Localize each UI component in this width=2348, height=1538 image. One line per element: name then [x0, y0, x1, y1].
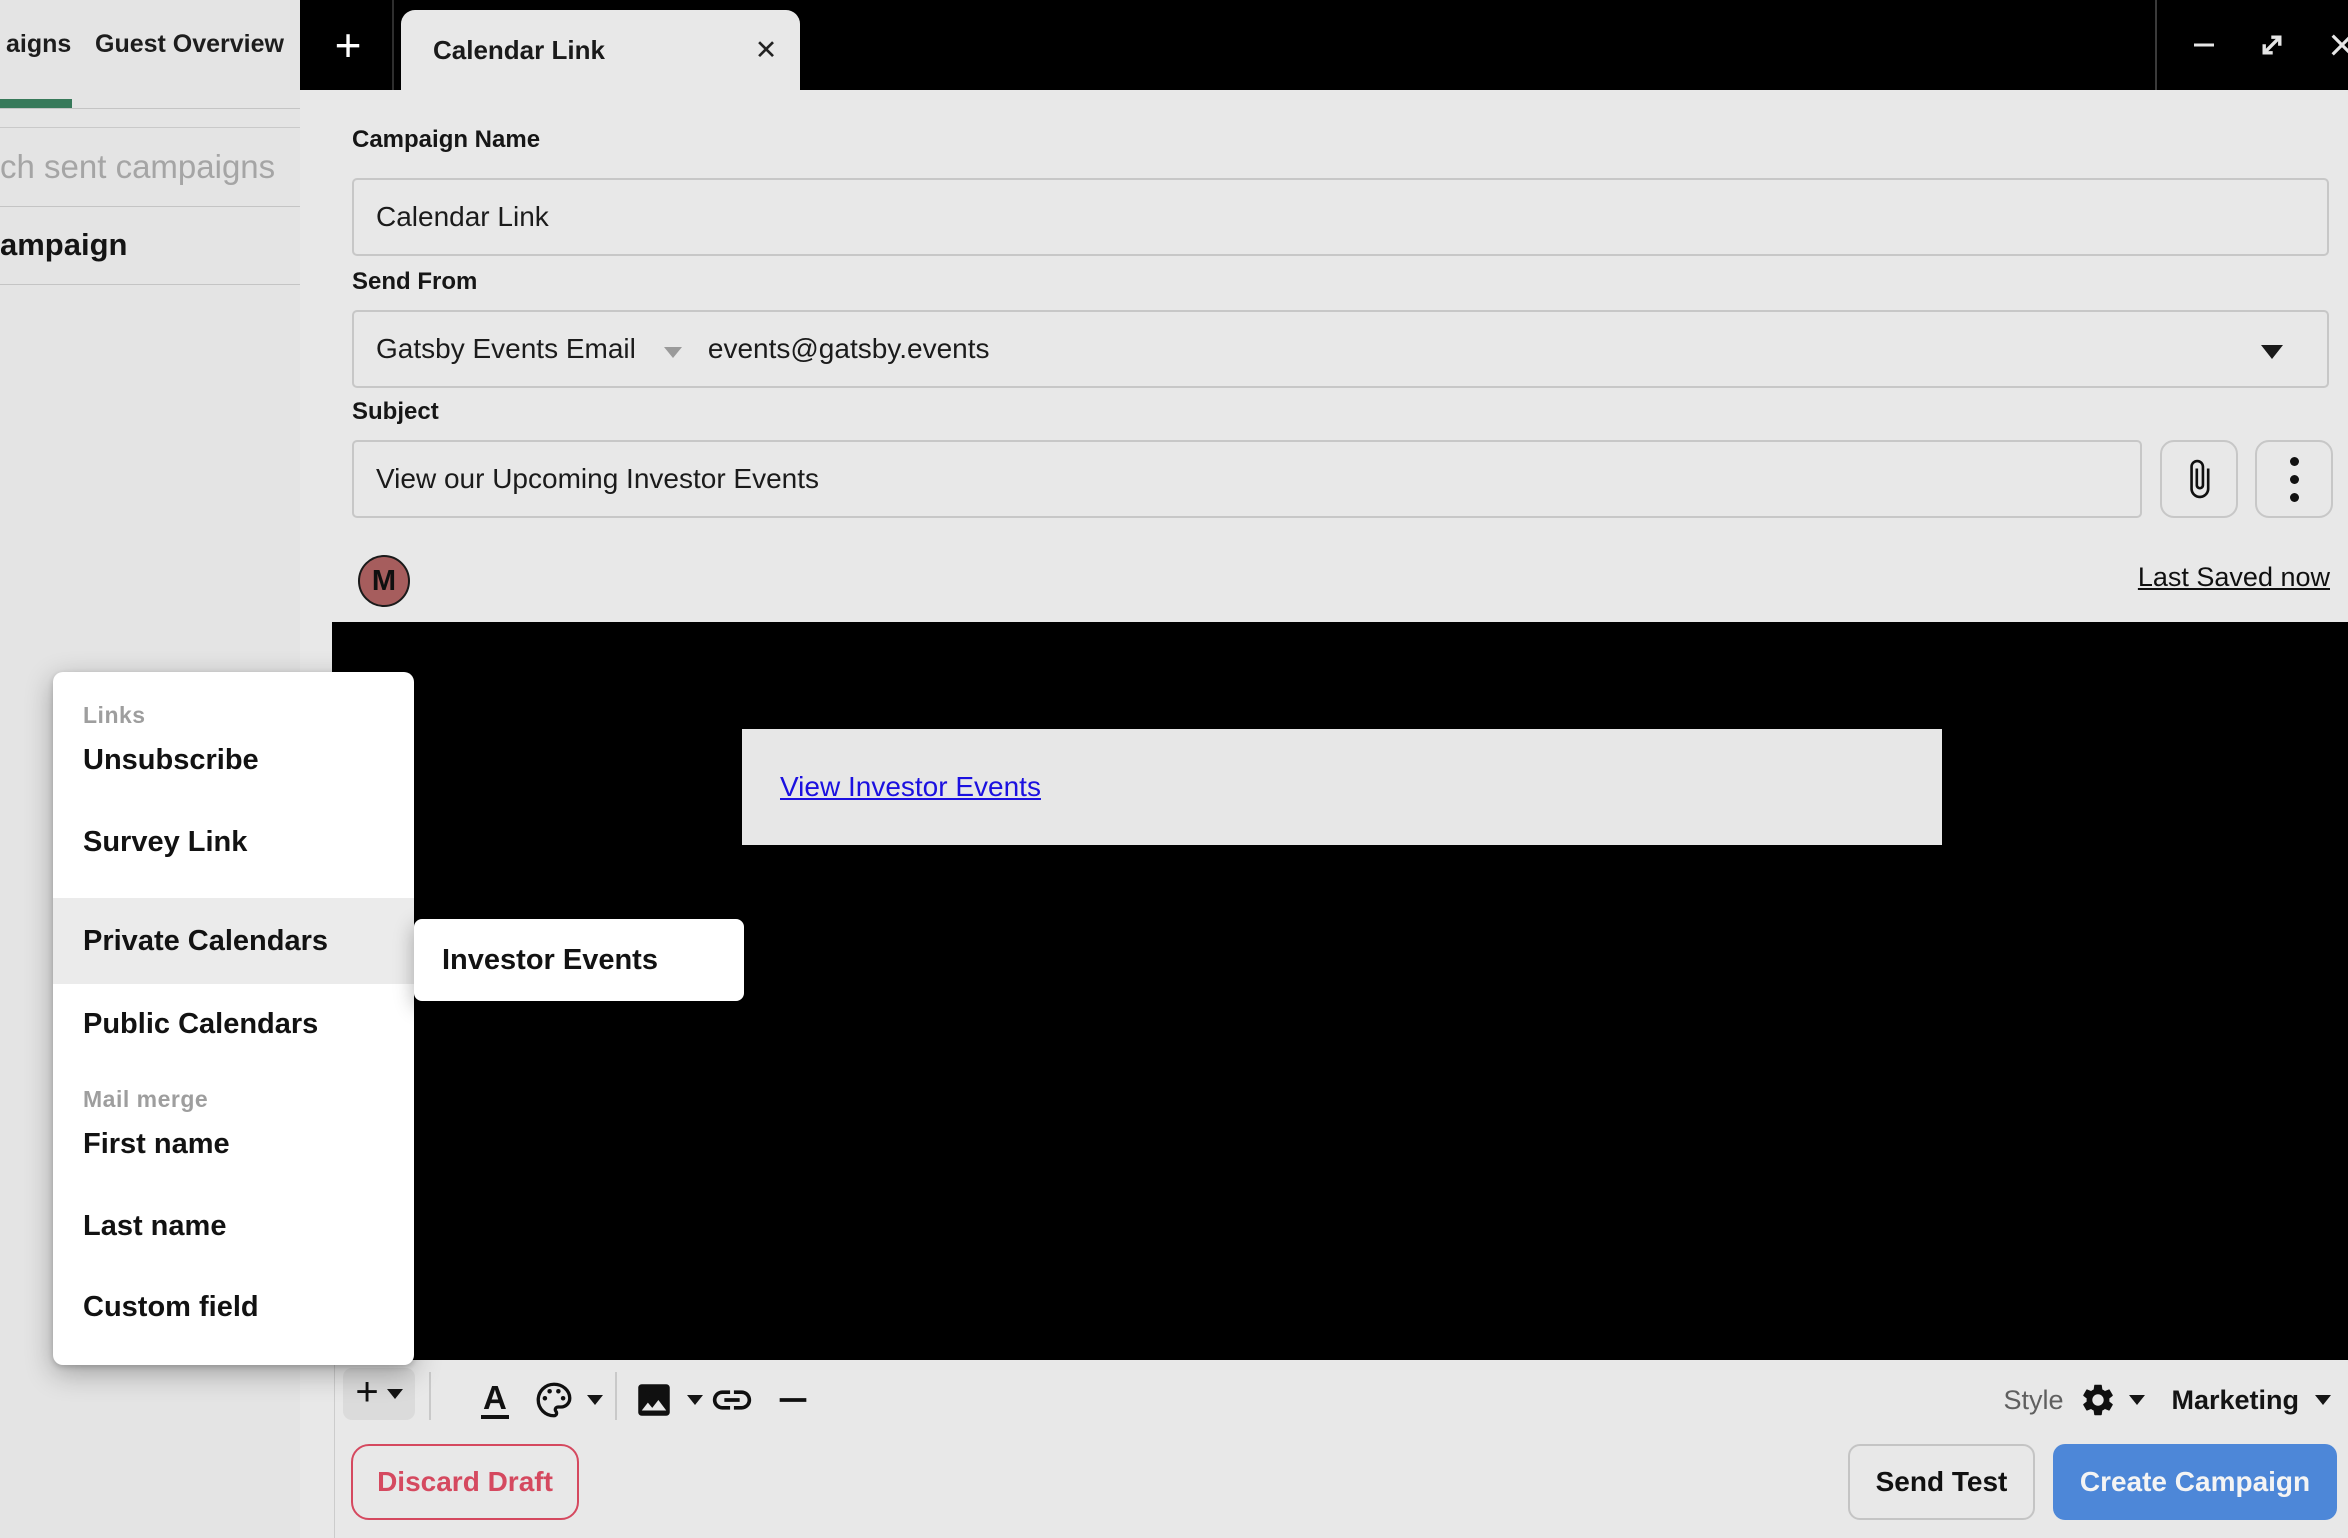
chevron-down-icon	[2129, 1395, 2145, 1405]
campaign-name-label: Campaign Name	[352, 126, 540, 154]
menu-section-mail-merge: Mail merge	[83, 1086, 208, 1113]
search-sent-campaigns-input[interactable]: ch sent campaigns	[0, 127, 300, 207]
palette-icon	[533, 1379, 575, 1421]
style-settings-button[interactable]	[2079, 1381, 2145, 1419]
menu-item-first-name[interactable]: First name	[53, 1114, 414, 1174]
send-test-button[interactable]: Send Test	[1848, 1444, 2035, 1520]
toolbar-divider	[615, 1372, 617, 1420]
insert-links-menu: Links Unsubscribe Survey Link Private Ca…	[53, 672, 414, 1365]
send-from-chevron-down-icon[interactable]	[2261, 345, 2283, 359]
menu-item-unsubscribe[interactable]: Unsubscribe	[53, 730, 414, 790]
tab-calendar-link[interactable]: Calendar Link ✕	[401, 10, 800, 90]
last-saved-link[interactable]: Last Saved now	[2138, 562, 2330, 593]
close-icon[interactable]	[2314, 0, 2348, 90]
kebab-menu-icon	[2290, 457, 2299, 502]
campaign-name-input[interactable]: Calendar Link	[352, 178, 2329, 256]
tab-divider	[392, 0, 394, 90]
horizontal-rule-icon	[773, 1380, 813, 1420]
minimize-icon[interactable]	[2176, 0, 2232, 90]
window-titlebar: + Calendar Link ✕	[300, 0, 2348, 90]
active-tab-underline	[0, 99, 72, 108]
menu-item-custom-field[interactable]: Custom field	[53, 1277, 414, 1337]
subject-label: Subject	[352, 398, 439, 426]
send-from-select[interactable]: Gatsby Events Email events@gatsby.events	[352, 310, 2329, 388]
expand-icon[interactable]	[2244, 0, 2300, 90]
editor-toolbar: + A	[335, 1360, 2348, 1440]
menu-item-last-name[interactable]: Last name	[53, 1196, 414, 1256]
submenu-item-investor-events[interactable]: Investor Events	[414, 919, 744, 1001]
theme-palette-button[interactable]	[533, 1360, 603, 1440]
insert-image-button[interactable]	[633, 1360, 703, 1440]
gear-icon	[2079, 1381, 2117, 1419]
style-label: Style	[2003, 1385, 2063, 1416]
subject-more-options-button[interactable]	[2255, 440, 2333, 518]
controls-divider	[2155, 0, 2157, 90]
text-color-button[interactable]: A	[481, 1360, 509, 1440]
bg-tab-campaigns[interactable]: aigns	[6, 30, 71, 59]
format-color-icon: A	[481, 1381, 509, 1420]
bg-campaign-list-row[interactable]: ampaign	[0, 206, 300, 285]
send-from-email: events@gatsby.events	[708, 333, 990, 365]
template-select-value[interactable]: Marketing	[2171, 1385, 2299, 1416]
attachment-button[interactable]	[2160, 440, 2238, 518]
new-tab-button[interactable]: +	[324, 0, 372, 90]
menu-item-public-calendars[interactable]: Public Calendars	[53, 994, 414, 1054]
insert-menu-button[interactable]: +	[343, 1368, 415, 1420]
menu-item-survey-link[interactable]: Survey Link	[53, 812, 414, 872]
create-campaign-button[interactable]: Create Campaign	[2053, 1444, 2337, 1520]
insert-divider-button[interactable]	[773, 1360, 813, 1440]
chevron-down-icon[interactable]	[2315, 1395, 2331, 1405]
tab-close-icon[interactable]: ✕	[741, 10, 791, 90]
search-placeholder: ch sent campaigns	[0, 148, 275, 186]
style-group: Style Marketing	[2003, 1360, 2331, 1440]
menu-item-private-calendars[interactable]: Private Calendars	[53, 898, 414, 984]
bg-campaign-row-label: ampaign	[0, 227, 127, 263]
chevron-down-icon	[387, 1389, 403, 1399]
bg-tab-guest-overview[interactable]: Guest Overview	[95, 30, 284, 59]
discard-draft-button[interactable]: Discard Draft	[351, 1444, 579, 1520]
subject-input[interactable]: View our Upcoming Investor Events	[352, 440, 2142, 518]
campaign-composer-window: + Calendar Link ✕ Campaign Name Calendar…	[300, 0, 2348, 1538]
send-from-label: Send From	[352, 268, 477, 296]
email-content-block[interactable]: View Investor Events	[742, 729, 1942, 845]
tab-title: Calendar Link	[433, 10, 605, 90]
link-icon	[709, 1377, 755, 1423]
plus-icon: +	[355, 1372, 378, 1412]
account-caret-icon	[664, 347, 682, 358]
collaborator-avatar: M	[358, 555, 410, 607]
chevron-down-icon	[587, 1395, 603, 1405]
insert-link-button[interactable]	[709, 1360, 755, 1440]
paperclip-icon	[2178, 458, 2220, 500]
view-investor-events-link[interactable]: View Investor Events	[780, 771, 1041, 803]
send-from-account: Gatsby Events Email	[376, 333, 636, 365]
tabbar-divider	[0, 108, 300, 109]
toolbar-divider	[429, 1372, 431, 1420]
image-icon	[633, 1379, 675, 1421]
editor-footer-panel: + A	[334, 1360, 2348, 1538]
menu-section-links: Links	[83, 702, 146, 729]
chevron-down-icon	[687, 1395, 703, 1405]
